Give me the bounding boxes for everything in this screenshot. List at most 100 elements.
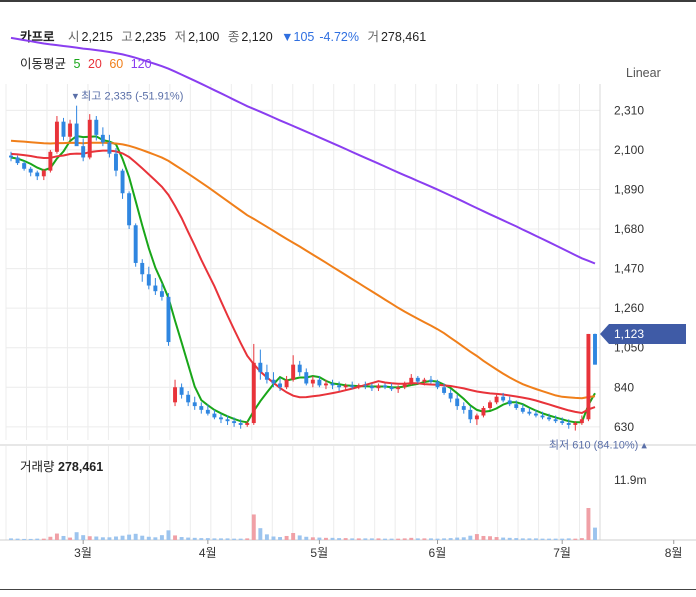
candle-body (219, 417, 223, 420)
volume-bar (291, 533, 296, 540)
candle-body (566, 423, 571, 425)
candle-body (560, 421, 565, 424)
candle-body (501, 396, 506, 401)
candle-body (81, 146, 86, 158)
candle-body (455, 398, 460, 407)
volume-bar (566, 538, 571, 540)
volume-bar (304, 536, 309, 540)
candle-body (153, 285, 158, 292)
volume-bar (271, 536, 276, 540)
candle-body (422, 379, 427, 382)
volume-bar (573, 538, 578, 540)
volume-bar (402, 538, 407, 540)
candle-body (579, 419, 584, 424)
y-tick-label: 1,260 (614, 301, 644, 315)
volume-bar (547, 538, 552, 540)
candle-body (448, 392, 453, 399)
volume-bar (435, 538, 440, 540)
candle-body (159, 291, 164, 297)
volume-bar (474, 534, 479, 540)
candle-body (514, 404, 519, 408)
candle-body (146, 274, 151, 286)
volume-bar (356, 538, 361, 540)
x-tick-label: 8월 (665, 546, 683, 560)
volume-bar (284, 535, 289, 540)
candle-body (251, 362, 256, 424)
candle-body (205, 409, 210, 414)
candle-body (212, 413, 217, 418)
candle-body (304, 372, 309, 384)
max-price-annotation: ▾ 최고 2,335 (-51.91%) (73, 90, 184, 103)
volume-bar (219, 538, 223, 540)
volume-bar (350, 538, 355, 540)
candle-body (468, 409, 473, 420)
ma-60-line (10, 139, 596, 400)
volume-bar (22, 538, 27, 540)
volume-bar (94, 536, 99, 540)
volume-bar (396, 538, 401, 540)
volume-bar (553, 538, 558, 540)
candle-body (35, 172, 40, 177)
volume-bar (48, 536, 53, 540)
volume-bar (468, 535, 473, 540)
candle-body (28, 168, 33, 173)
candle-body (310, 379, 315, 384)
candle-body (402, 383, 407, 388)
y-tick-label: 840 (614, 380, 634, 394)
min-price-annotation: 최저 610 (84.10%) ▴ (549, 439, 647, 452)
candle-body (409, 377, 414, 384)
volume-bar (428, 538, 433, 540)
candle-body (356, 385, 361, 388)
candle-body (61, 121, 66, 137)
volume-bar (593, 527, 597, 540)
candle-body (107, 142, 112, 154)
x-tick-label: 3월 (74, 546, 92, 560)
volume-bar (330, 537, 335, 540)
volume-bar (389, 538, 394, 540)
volume-bar (481, 535, 486, 540)
volume-bar (540, 538, 545, 540)
candle-body (363, 385, 368, 387)
candle-body (179, 387, 184, 395)
candle-body (140, 262, 145, 275)
volume-bar (278, 537, 283, 540)
candle-body (278, 383, 283, 388)
candle-body (547, 417, 552, 420)
volume-bar (507, 537, 512, 540)
volume-bar (448, 538, 453, 540)
volume-bar (251, 514, 256, 540)
volume-bar (501, 537, 506, 540)
candle-body (507, 400, 512, 405)
volume-bar (114, 536, 118, 540)
volume-bar (81, 535, 86, 540)
volume-bar (245, 538, 250, 540)
candle-body (461, 406, 466, 410)
volume-bar (310, 537, 315, 540)
candle-body (114, 153, 118, 171)
volume-bar (560, 538, 565, 540)
volume-bar (323, 537, 328, 540)
volume-bar (225, 538, 230, 540)
candle-body (317, 379, 322, 386)
candle-body (586, 333, 591, 420)
price-chart[interactable]: 2,3102,1001,8901,6801,4701,2601,05084063… (0, 0, 696, 597)
candle-body (9, 155, 13, 158)
volume-bar (238, 538, 243, 540)
candle-body (284, 379, 289, 388)
volume-bar (337, 538, 342, 540)
candle-body (271, 379, 276, 384)
volume-panel-header: 거래량 278,461 (20, 456, 103, 475)
volume-panel-value: 278,461 (58, 460, 104, 474)
volume-bar (527, 538, 532, 540)
volume-bar (199, 538, 204, 540)
y-tick-label: 630 (614, 420, 634, 434)
volume-bar (166, 530, 171, 540)
candle-body (245, 423, 250, 425)
candle-body (442, 387, 447, 393)
candle-body (192, 402, 197, 407)
bottom-border (0, 589, 696, 590)
candle-body (540, 415, 545, 418)
volume-bar (41, 538, 46, 540)
candle-body (94, 119, 99, 135)
volume-bar (28, 538, 33, 540)
